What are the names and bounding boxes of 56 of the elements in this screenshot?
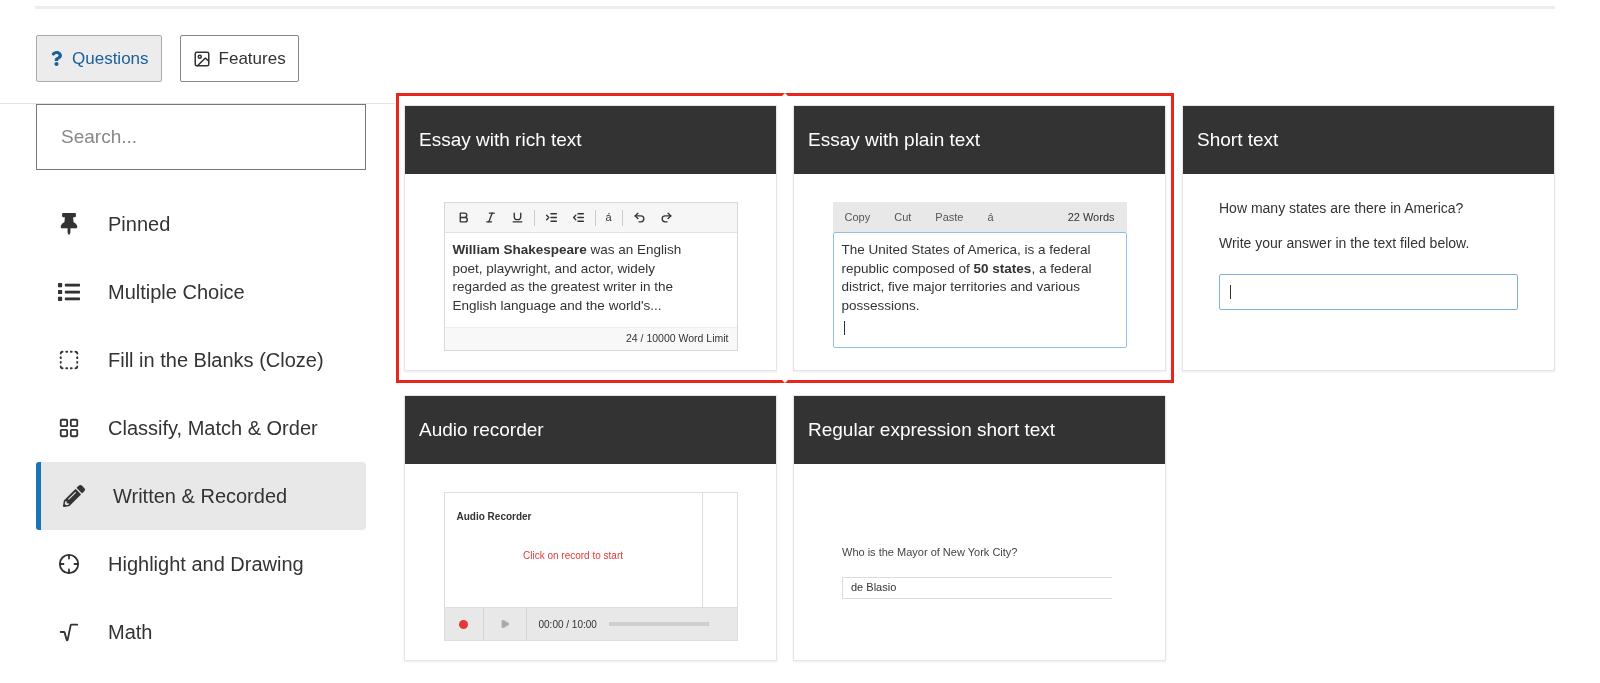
question-text: How many states are there in America? [1219, 199, 1465, 218]
list-icon [58, 281, 80, 303]
sidebar-item[interactable]: Written & Recorded [36, 462, 366, 530]
accent-button[interactable]: á [601, 209, 616, 226]
underline-icon[interactable] [510, 211, 524, 224]
card-title: Essay with plain text [808, 127, 981, 152]
card-title: Essay with rich text [419, 127, 582, 152]
text-cursor [843, 320, 845, 335]
card-title: Audio recorder [419, 417, 544, 442]
question-text: Write your answer in the text filed below. [1219, 234, 1471, 253]
sidebar-item[interactable]: Highlight and Drawing [36, 530, 366, 598]
play-icon [499, 619, 510, 629]
tab[interactable]: Questions [36, 35, 162, 82]
pencil-icon [63, 485, 85, 507]
recording-time: 00:00 / 10:00 [538, 617, 597, 632]
sidebar-item[interactable]: Pinned [36, 190, 366, 258]
question-type-card[interactable]: Short text How many states are there in America? Write your answer in the text filed below. [1182, 105, 1555, 371]
question-type-card[interactable]: Regular expression short text Who is the Mayor of New York City? de Blasio [793, 395, 1166, 661]
toolbar-action[interactable]: á [987, 208, 994, 226]
sidebar-item[interactable]: Fill in the Blanks (Cloze) [36, 326, 366, 394]
record-hint: Click on record to start [521, 549, 624, 563]
text-cursor [1230, 285, 1231, 299]
sidebar-item[interactable]: Multiple Choice [36, 258, 366, 326]
pin-icon [58, 213, 80, 235]
essay-textarea[interactable]: The United States of America, is a federal republic composed of 50 states, a federal district, five major territories and various possessions. [832, 232, 1127, 348]
toolbar-action[interactable]: Cut [894, 208, 912, 226]
toolbar-action[interactable]: Paste [935, 208, 964, 226]
question-type-card[interactable]: Essay with rich text á William Shakespeare was an English poet, playwright, and actor, widely regarded as the greatest writer in the English language and the world's... 24 / 10000 Word Limit [404, 105, 777, 371]
word-count: 22 Words [1067, 209, 1115, 225]
answer-field[interactable]: de Blasio [842, 576, 1112, 599]
question-text: Who is the Mayor of New York City? [842, 545, 1019, 560]
image-icon [192, 49, 211, 68]
question-mark-icon [49, 51, 64, 66]
dashed-square-icon [58, 349, 80, 371]
square-root-icon [58, 621, 80, 643]
recorder-title: Audio Recorder [456, 510, 533, 524]
sidebar-item[interactable]: Math [36, 598, 366, 666]
question-type-card[interactable]: Audio recorder Audio Recorder Click on record to start 00:00 / 10:00 [404, 395, 777, 661]
toolbar-action[interactable]: Copy [844, 208, 871, 226]
question-type-card[interactable]: Essay with plain text Copy Cut Paste á 22 Words The United States of America, is a federal republic composed of 50 states, a federal district, five major territories and various possessions. [793, 105, 1166, 371]
card-title: Short text [1197, 127, 1279, 152]
sidebar-item[interactable]: Classify, Match & Order [36, 394, 366, 462]
card-title: Regular expression short text [808, 417, 1056, 442]
answer-field[interactable] [1219, 274, 1518, 310]
search-field[interactable]: Search... [36, 104, 366, 170]
essay-text: William Shakespeare was an English poet, playwright, and actor, widely regarded as the greatest writer in the English language and the world's... [451, 241, 683, 315]
crosshair-icon [58, 553, 80, 575]
tab[interactable]: Features [179, 35, 299, 82]
italic-icon[interactable] [483, 211, 497, 224]
grid-icon [58, 417, 80, 439]
outdent-icon[interactable] [571, 211, 585, 224]
indent-icon[interactable] [544, 211, 558, 224]
redo-icon[interactable] [659, 211, 673, 224]
undo-icon[interactable] [632, 211, 646, 224]
essay-text: The United States of America, is a federal republic composed of 50 states, a federal district, five major territories and various possessions. [841, 241, 1093, 315]
word-limit: 24 / 10000 Word Limit [444, 327, 737, 350]
